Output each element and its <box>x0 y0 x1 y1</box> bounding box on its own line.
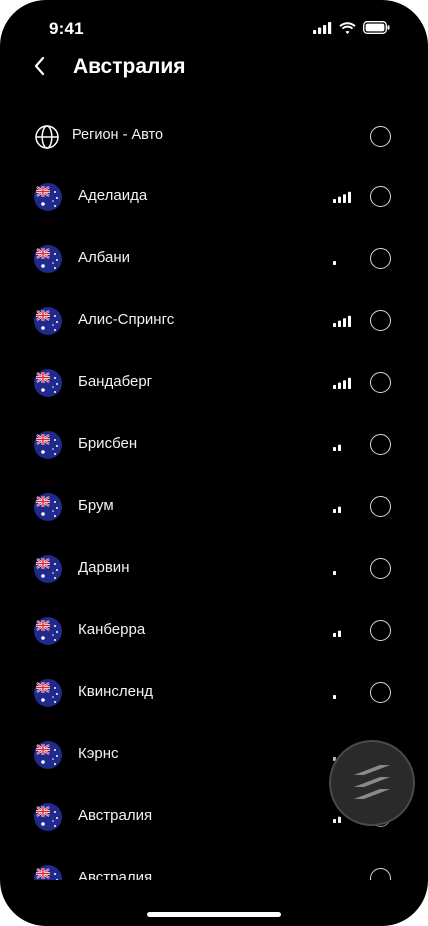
signal-strength-icon <box>333 315 351 327</box>
server-label: Дарвин <box>78 559 130 576</box>
signal-strength-icon <box>333 571 336 575</box>
server-row[interactable]: Аделаида <box>0 166 428 228</box>
signal-strength-icon <box>333 191 351 203</box>
signal-strength-icon <box>333 261 336 265</box>
australia-flag-icon <box>34 865 62 880</box>
signal-strength-icon <box>333 630 341 637</box>
australia-flag-icon <box>34 617 62 645</box>
radio-button[interactable] <box>370 620 391 641</box>
region-auto-label: Регион - Авто <box>72 127 164 143</box>
server-row[interactable]: Канберра <box>0 600 428 662</box>
server-row[interactable]: Албани <box>0 228 428 290</box>
australia-flag-icon <box>34 431 62 459</box>
signal-strength-icon <box>333 873 353 880</box>
wifi-icon <box>339 21 356 34</box>
server-label: Квинсленд <box>78 683 153 700</box>
server-label: Албани <box>78 249 131 266</box>
radio-button[interactable] <box>370 868 391 880</box>
server-row[interactable]: Бандаберг <box>0 352 428 414</box>
server-label: Алис-Спрингс <box>78 311 175 328</box>
australia-flag-icon <box>34 679 62 707</box>
stripes-logo-icon <box>354 765 390 799</box>
australia-flag-icon <box>34 307 62 335</box>
radio-button[interactable] <box>370 372 391 393</box>
server-row[interactable]: Брум <box>0 476 428 538</box>
radio-button[interactable] <box>370 310 391 331</box>
server-row[interactable]: Брисбен <box>0 414 428 476</box>
region-auto-row[interactable]: Регион - Авто <box>0 106 428 168</box>
header: Австралия <box>0 48 428 88</box>
server-label: Брисбен <box>78 435 138 452</box>
chevron-left-icon <box>34 56 45 76</box>
cellular-signal-icon <box>313 21 332 34</box>
australia-flag-icon <box>34 555 62 583</box>
signal-strength-icon <box>333 695 336 699</box>
home-indicator <box>147 912 281 917</box>
back-button[interactable] <box>28 54 52 78</box>
radio-button[interactable] <box>370 126 391 147</box>
australia-flag-icon <box>34 803 62 831</box>
server-label: Австралия <box>78 807 153 824</box>
server-label: Брум <box>78 497 114 514</box>
battery-icon <box>363 21 390 34</box>
server-row[interactable]: Квинсленд <box>0 662 428 724</box>
server-label: Кэрнс <box>78 745 119 762</box>
radio-button[interactable] <box>370 434 391 455</box>
signal-strength-icon <box>333 377 351 389</box>
radio-button[interactable] <box>370 248 391 269</box>
australia-flag-icon <box>34 369 62 397</box>
server-label: Аделаида <box>78 187 148 204</box>
australia-flag-icon <box>34 493 62 521</box>
server-row[interactable]: Австралия <box>0 848 428 880</box>
radio-button[interactable] <box>370 558 391 579</box>
server-label: Канберра <box>78 621 146 638</box>
australia-flag-icon <box>34 741 62 769</box>
floating-action-button[interactable] <box>329 740 415 826</box>
australia-flag-icon <box>34 245 62 273</box>
globe-icon <box>35 125 59 149</box>
radio-button[interactable] <box>370 186 391 207</box>
page-title: Австралия <box>73 55 186 78</box>
status-bar: 9:41 <box>0 0 428 54</box>
status-icons <box>313 21 390 34</box>
signal-strength-icon <box>333 444 341 451</box>
radio-button[interactable] <box>370 682 391 703</box>
phone-screen: 9:41 Австралия Регион - Авто Аделаида Ал… <box>0 0 428 926</box>
australia-flag-icon <box>34 183 62 211</box>
signal-strength-icon <box>333 506 341 513</box>
server-row[interactable]: Алис-Спрингс <box>0 290 428 352</box>
status-time: 9:41 <box>49 19 84 38</box>
server-label: Бандаберг <box>78 373 153 390</box>
server-label: Австралия <box>78 869 153 880</box>
radio-button[interactable] <box>370 496 391 517</box>
server-row[interactable]: Дарвин <box>0 538 428 600</box>
